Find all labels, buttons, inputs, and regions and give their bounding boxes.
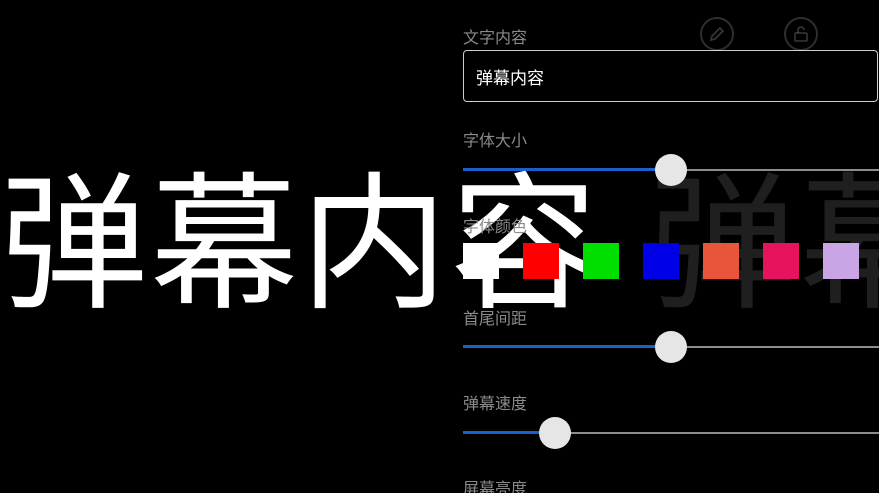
- lock-icon[interactable]: [784, 17, 818, 51]
- color-swatch[interactable]: [643, 243, 679, 279]
- spacing-label: 首尾间距: [463, 309, 528, 328]
- font-size-label: 字体大小: [463, 131, 528, 150]
- color-swatch[interactable]: [763, 243, 799, 279]
- speed-slider[interactable]: [463, 415, 879, 451]
- color-swatch[interactable]: [523, 243, 559, 279]
- settings-panel: 文字内容 字体大小 字体颜色 首尾间距 弹幕速度 屏幕亮度: [463, 0, 879, 493]
- color-swatch[interactable]: [703, 243, 739, 279]
- slider-fill: [463, 345, 671, 348]
- font-color-label: 字体颜色: [463, 217, 528, 236]
- speed-label: 弹幕速度: [463, 394, 528, 413]
- color-swatch[interactable]: [583, 243, 619, 279]
- brightness-label: 屏幕亮度: [463, 479, 528, 493]
- pencil-icon[interactable]: [700, 17, 734, 51]
- font-size-slider[interactable]: [463, 152, 879, 188]
- danmaku-screen: 容 弹幕 弹幕内容 文字内容 字体大小 字体颜色 首尾间距 弹幕速度: [0, 0, 879, 493]
- spacing-slider[interactable]: [463, 329, 879, 365]
- text-content-label: 文字内容: [463, 28, 528, 47]
- slider-thumb[interactable]: [655, 331, 687, 363]
- color-swatch[interactable]: [823, 243, 859, 279]
- slider-fill: [463, 168, 671, 171]
- color-swatch[interactable]: [463, 243, 499, 279]
- slider-thumb[interactable]: [539, 417, 571, 449]
- text-content-input[interactable]: [463, 50, 878, 102]
- slider-thumb[interactable]: [655, 154, 687, 186]
